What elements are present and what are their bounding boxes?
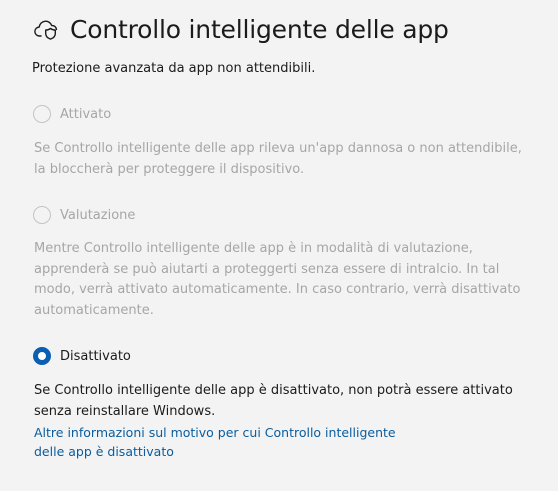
radio-button-valutazione[interactable] xyxy=(33,206,51,224)
radio-option-valutazione[interactable]: Valutazione xyxy=(33,206,135,224)
radio-button-attivato[interactable] xyxy=(33,105,51,123)
page-title: Controllo intelligente delle app xyxy=(70,14,449,44)
radio-label-valutazione: Valutazione xyxy=(60,207,136,223)
cloud-shield-icon xyxy=(33,15,61,43)
radio-option-attivato[interactable]: Attivato xyxy=(33,105,111,123)
radio-button-disattivato[interactable] xyxy=(33,347,51,365)
radio-option-disattivato[interactable]: Disattivato xyxy=(33,347,131,365)
learn-more-link[interactable]: Altre informazioni sul motivo per cui Co… xyxy=(34,424,414,461)
description-valutazione: Mentre Controllo intelligente delle app … xyxy=(34,241,521,318)
page-subtitle: Protezione avanzata da app non attendibi… xyxy=(32,61,316,76)
description-disattivato: Se Controllo intelligente delle app è di… xyxy=(34,383,513,419)
description-attivato: Se Controllo intelligente delle app rile… xyxy=(34,141,522,177)
page-header: Controllo intelligente delle app xyxy=(33,11,449,47)
radio-label-disattivato: Disattivato xyxy=(60,348,131,364)
radio-label-attivato: Attivato xyxy=(60,106,112,122)
